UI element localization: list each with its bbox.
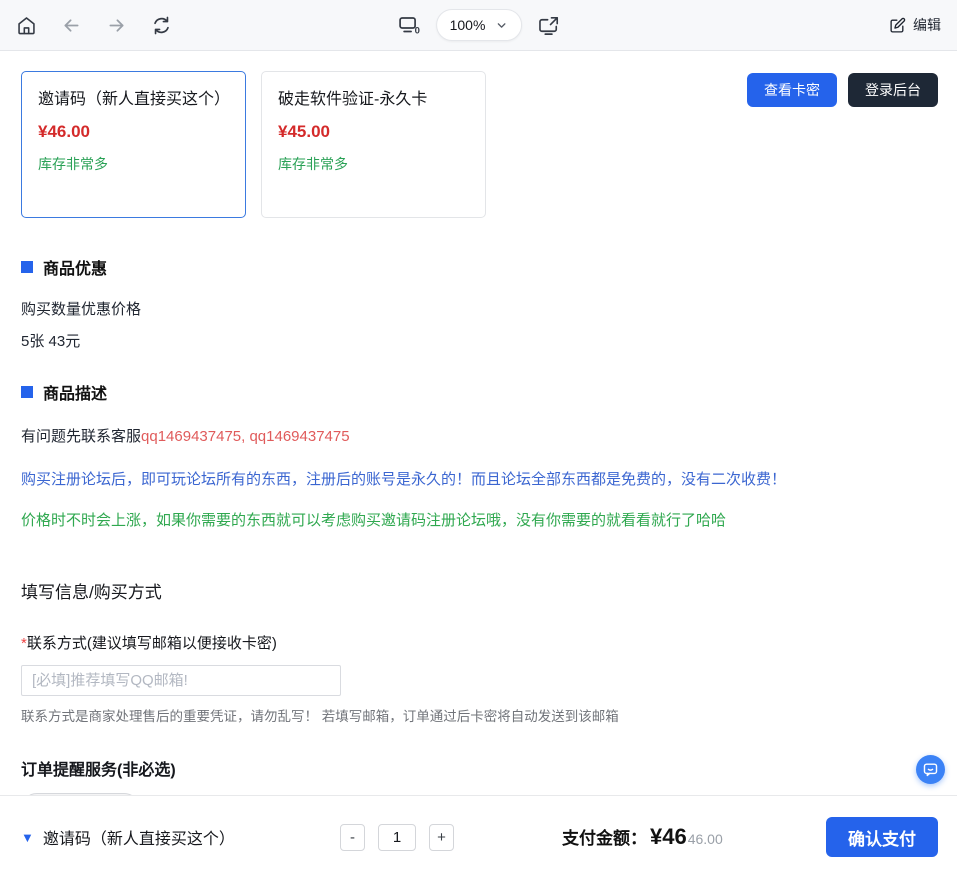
payment-amount-integer: ¥46 [650, 824, 687, 850]
monitor-popout-icon [537, 14, 560, 37]
refresh-button[interactable] [151, 15, 172, 36]
product-card-software-key[interactable]: 破走软件验证-永久卡 ¥45.00 库存非常多 [261, 71, 486, 218]
confirm-pay-button[interactable]: 确认支付 [826, 817, 938, 857]
quantity-input[interactable] [378, 824, 416, 851]
product-name: 邀请码（新人直接买这个） [38, 87, 229, 113]
blue-square-icon [21, 261, 33, 273]
home-icon [16, 15, 37, 36]
promo-line-price: 5张 43元 [21, 330, 938, 351]
header-actions: 查看卡密 登录后台 [747, 71, 938, 107]
quantity-stepper: - + [340, 824, 454, 851]
description-section: 商品描述 有问题先联系客服qq1469437475, qq1469437475 … [21, 380, 938, 530]
svg-text:0: 0 [414, 26, 419, 37]
payment-amount-label: 支付金额： [562, 824, 647, 849]
product-page: 邀请码（新人直接买这个） ¥46.00 库存非常多 破走软件验证-永久卡 ¥45… [0, 51, 957, 827]
edit-label: 编辑 [913, 15, 941, 35]
customer-service-fab[interactable] [916, 755, 945, 784]
product-stock: 库存非常多 [278, 154, 469, 174]
edit-button[interactable]: 编辑 [889, 15, 941, 35]
view-card-secret-button[interactable]: 查看卡密 [747, 73, 837, 107]
quantity-decrease-button[interactable]: - [340, 824, 365, 851]
edit-compose-icon [889, 17, 906, 34]
promo-line-quantity: 购买数量优惠价格 [21, 298, 938, 319]
description-title: 商品描述 [43, 380, 107, 404]
forward-button[interactable] [106, 15, 127, 36]
open-external-button[interactable] [537, 14, 560, 37]
description-line-blue: 购买注册论坛后，即可玩论坛所有的东西，注册后的账号是永久的！而且论坛全部东西都是… [21, 468, 938, 489]
chat-bubble-icon [922, 761, 939, 778]
contact-hint: 联系方式是商家处理售后的重要凭证，请勿乱写！ 若填写邮箱，订单通过后卡密将自动发… [21, 705, 938, 725]
product-price: ¥45.00 [278, 122, 469, 142]
checkout-product-label: 邀请码（新人直接买这个） [43, 825, 235, 849]
home-button[interactable] [16, 15, 37, 36]
checkout-bar: ▼ 邀请码（新人直接买这个） - + 支付金额： ¥46 46.00 确认支付 [0, 795, 957, 890]
refresh-icon [151, 15, 172, 36]
login-admin-button[interactable]: 登录后台 [848, 73, 938, 107]
contact-field-label: *联系方式(建议填写邮箱以便接收卡密) [21, 632, 938, 653]
contact-label-text: 联系方式(建议填写邮箱以便接收卡密) [27, 635, 277, 652]
payment-amount: 支付金额： ¥46 46.00 [562, 824, 723, 850]
contact-qq-numbers: qq1469437475, qq1469437475 [141, 428, 350, 445]
toolbar-view-group: 0 100% [397, 9, 561, 41]
product-price: ¥46.00 [38, 122, 229, 142]
forward-arrow-icon [106, 15, 127, 36]
contact-prefix: 有问题先联系客服 [21, 428, 141, 445]
promo-section: 商品优惠 购买数量优惠价格 5张 43元 [21, 255, 938, 351]
blue-square-icon [21, 386, 33, 398]
product-card-invite-code[interactable]: 邀请码（新人直接买这个） ¥46.00 库存非常多 [21, 71, 246, 218]
product-stock: 库存非常多 [38, 154, 229, 174]
product-card-list: 邀请码（新人直接买这个） ¥46.00 库存非常多 破走软件验证-永久卡 ¥45… [21, 71, 486, 218]
top-row: 邀请码（新人直接买这个） ¥46.00 库存非常多 破走软件验证-永久卡 ¥45… [21, 71, 938, 218]
form-section-title: 填写信息/购买方式 [21, 578, 938, 603]
zoom-dropdown[interactable]: 100% [436, 9, 523, 41]
browser-toolbar: 0 100% [0, 0, 957, 51]
chevron-down-icon [495, 19, 508, 32]
device-monitor-zero-icon: 0 [397, 13, 421, 37]
back-button[interactable] [61, 15, 82, 36]
toolbar-nav-group [16, 15, 172, 36]
checkout-product-toggle[interactable]: ▼ 邀请码（新人直接买这个） [21, 825, 321, 849]
promo-title: 商品优惠 [43, 255, 107, 279]
triangle-down-icon: ▼ [21, 831, 34, 844]
order-form-section: 填写信息/购买方式 *联系方式(建议填写邮箱以便接收卡密) 联系方式是商家处理售… [21, 578, 938, 827]
zoom-value: 100% [450, 17, 486, 33]
description-line-green: 价格时不时会上涨，如果你需要的东西就可以考虑购买邀请码注册论坛哦，没有你需要的就… [21, 509, 938, 530]
contact-input[interactable] [21, 665, 341, 696]
promo-heading: 商品优惠 [21, 255, 938, 279]
device-preview-button[interactable]: 0 [397, 13, 421, 37]
back-arrow-icon [61, 15, 82, 36]
description-contact-line: 有问题先联系客服qq1469437475, qq1469437475 [21, 425, 938, 446]
product-name: 破走软件验证-永久卡 [278, 87, 469, 113]
quantity-increase-button[interactable]: + [429, 824, 454, 851]
notify-section-title: 订单提醒服务(非必选) [21, 756, 938, 780]
payment-amount-decimal: 46.00 [688, 831, 723, 847]
description-heading: 商品描述 [21, 380, 938, 404]
